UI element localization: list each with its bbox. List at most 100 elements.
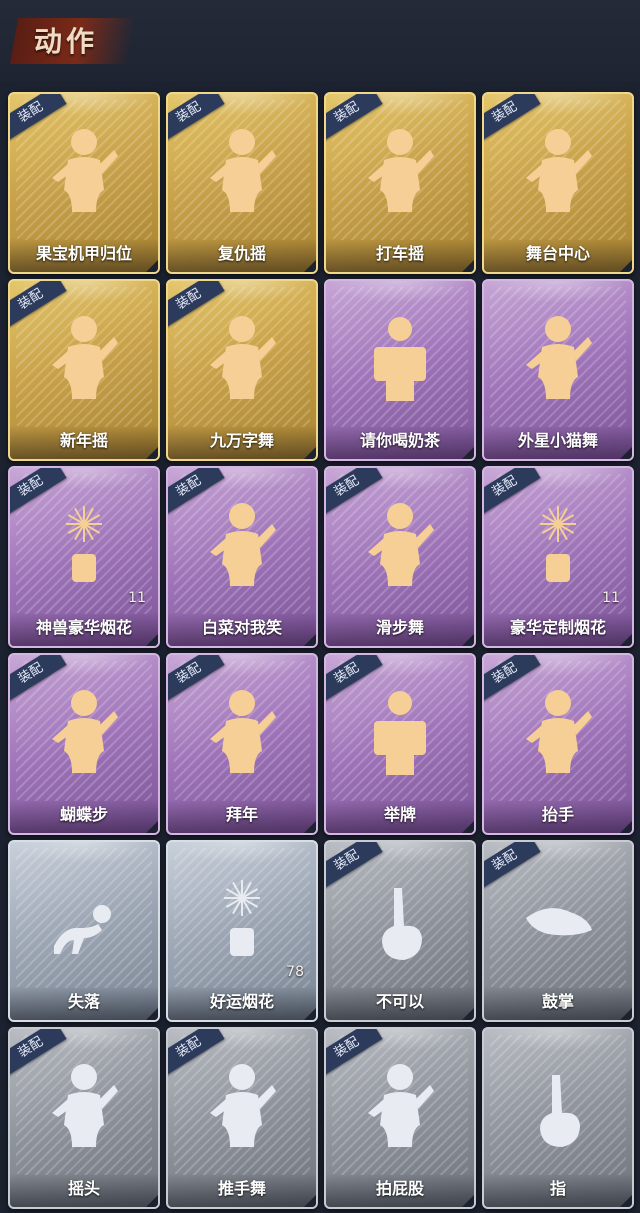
card-corner [144, 1193, 158, 1207]
action-card-label: 外星小猫舞 [517, 431, 598, 450]
fireworks-icon [518, 494, 598, 594]
card-corner [618, 819, 632, 833]
action-card[interactable]: 失落 [8, 840, 160, 1022]
card-corner [618, 258, 632, 272]
action-card[interactable]: 装配 神兽豪华烟花 11 [8, 466, 160, 648]
dancer-icon [518, 307, 598, 407]
header: 动作 [0, 0, 640, 82]
action-card[interactable]: 装配 蝴蝶步 [8, 653, 160, 835]
action-card[interactable]: 装配 九万字舞 [166, 279, 318, 461]
card-corner [618, 1193, 632, 1207]
action-card-label: 指 [549, 1179, 566, 1198]
action-card[interactable]: 外星小猫舞 [482, 279, 634, 461]
action-card[interactable]: 好运烟花 78 [166, 840, 318, 1022]
dancer-icon [360, 494, 440, 594]
page-title: 动作 [34, 25, 99, 58]
card-corner [144, 1006, 158, 1020]
action-card-label: 滑步舞 [375, 618, 424, 637]
action-card-label: 不可以 [375, 992, 424, 1011]
card-corner [302, 1006, 316, 1020]
dancer-icon [44, 681, 124, 781]
action-card[interactable]: 装配 复仇摇 [166, 92, 318, 274]
item-count: 78 [286, 964, 304, 980]
action-card[interactable]: 装配 推手舞 [166, 1027, 318, 1209]
dancer-icon [202, 307, 282, 407]
action-card[interactable]: 装配 豪华定制烟花 11 [482, 466, 634, 648]
action-card-label: 推手舞 [217, 1179, 266, 1198]
action-card-label: 请你喝奶茶 [359, 431, 440, 450]
action-card[interactable]: 请你喝奶茶 [324, 279, 476, 461]
action-card-label: 新年摇 [59, 431, 108, 450]
action-card-label: 白菜对我笑 [201, 618, 282, 637]
action-card[interactable]: 指 [482, 1027, 634, 1209]
card-corner [144, 445, 158, 459]
action-card-label: 九万字舞 [209, 431, 274, 450]
card-corner [302, 258, 316, 272]
action-card-label: 神兽豪华烟花 [35, 618, 132, 637]
finger-wag-icon [360, 868, 440, 968]
dancer-icon [202, 120, 282, 220]
action-card-label: 打车摇 [375, 244, 424, 263]
item-count: 11 [128, 590, 146, 606]
action-card-label: 抬手 [541, 805, 574, 824]
dancer-icon [44, 120, 124, 220]
action-card[interactable]: 装配 鼓掌 [482, 840, 634, 1022]
dancer-icon [518, 120, 598, 220]
card-corner [618, 1006, 632, 1020]
dancer-icon [44, 1055, 124, 1155]
action-card[interactable]: 装配 不可以 [324, 840, 476, 1022]
item-count: 11 [602, 590, 620, 606]
action-card-label: 蝴蝶步 [59, 805, 108, 824]
dancer-icon [202, 494, 282, 594]
action-card-label: 举牌 [383, 805, 416, 824]
dancer-icon [360, 120, 440, 220]
action-card-label: 舞台中心 [525, 244, 590, 263]
action-card[interactable]: 装配 新年摇 [8, 279, 160, 461]
card-corner [460, 632, 474, 646]
action-card-label: 摇头 [67, 1179, 100, 1198]
action-card[interactable]: 装配 拜年 [166, 653, 318, 835]
action-card-label: 鼓掌 [541, 992, 574, 1011]
crawling-figure-icon [44, 868, 124, 968]
card-corner [460, 1193, 474, 1207]
action-card[interactable]: 装配 果宝机甲归位 [8, 92, 160, 274]
card-corner [144, 819, 158, 833]
sign-holder-icon [360, 681, 440, 781]
dancer-icon [202, 681, 282, 781]
action-card-label: 豪华定制烟花 [509, 618, 606, 637]
action-card[interactable]: 装配 滑步舞 [324, 466, 476, 648]
action-card-label: 复仇摇 [217, 244, 266, 263]
action-card[interactable]: 装配 拍屁股 [324, 1027, 476, 1209]
card-corner [302, 819, 316, 833]
card-corner [618, 445, 632, 459]
dancer-icon [44, 307, 124, 407]
card-corner [302, 1193, 316, 1207]
pointing-hand-icon [518, 1055, 598, 1155]
card-corner [460, 1006, 474, 1020]
action-card-label: 拜年 [225, 805, 258, 824]
action-card[interactable]: 装配 白菜对我笑 [166, 466, 318, 648]
action-card[interactable]: 装配 举牌 [324, 653, 476, 835]
action-card[interactable]: 装配 打车摇 [324, 92, 476, 274]
card-corner [460, 819, 474, 833]
action-grid: 装配 果宝机甲归位 装配 复仇摇 装配 打车摇 装配 舞台中心装配 新年摇 装配 九万字舞请你喝奶茶… [0, 82, 640, 1213]
action-card-label: 好运烟花 [209, 992, 274, 1011]
action-card[interactable]: 装配 抬手 [482, 653, 634, 835]
card-corner [460, 445, 474, 459]
clapping-hands-icon [518, 868, 598, 968]
action-card-label: 失落 [67, 992, 100, 1011]
card-corner [302, 632, 316, 646]
card-corner [144, 632, 158, 646]
card-corner [618, 632, 632, 646]
card-corner [302, 445, 316, 459]
dancer-icon [360, 1055, 440, 1155]
action-card-label: 果宝机甲归位 [35, 244, 132, 263]
card-corner [460, 258, 474, 272]
action-card[interactable]: 装配 摇头 [8, 1027, 160, 1209]
fireworks-icon [202, 868, 282, 968]
card-corner [144, 258, 158, 272]
dancer-icon [518, 681, 598, 781]
fireworks-icon [44, 494, 124, 594]
sign-holder-icon [360, 307, 440, 407]
action-card[interactable]: 装配 舞台中心 [482, 92, 634, 274]
